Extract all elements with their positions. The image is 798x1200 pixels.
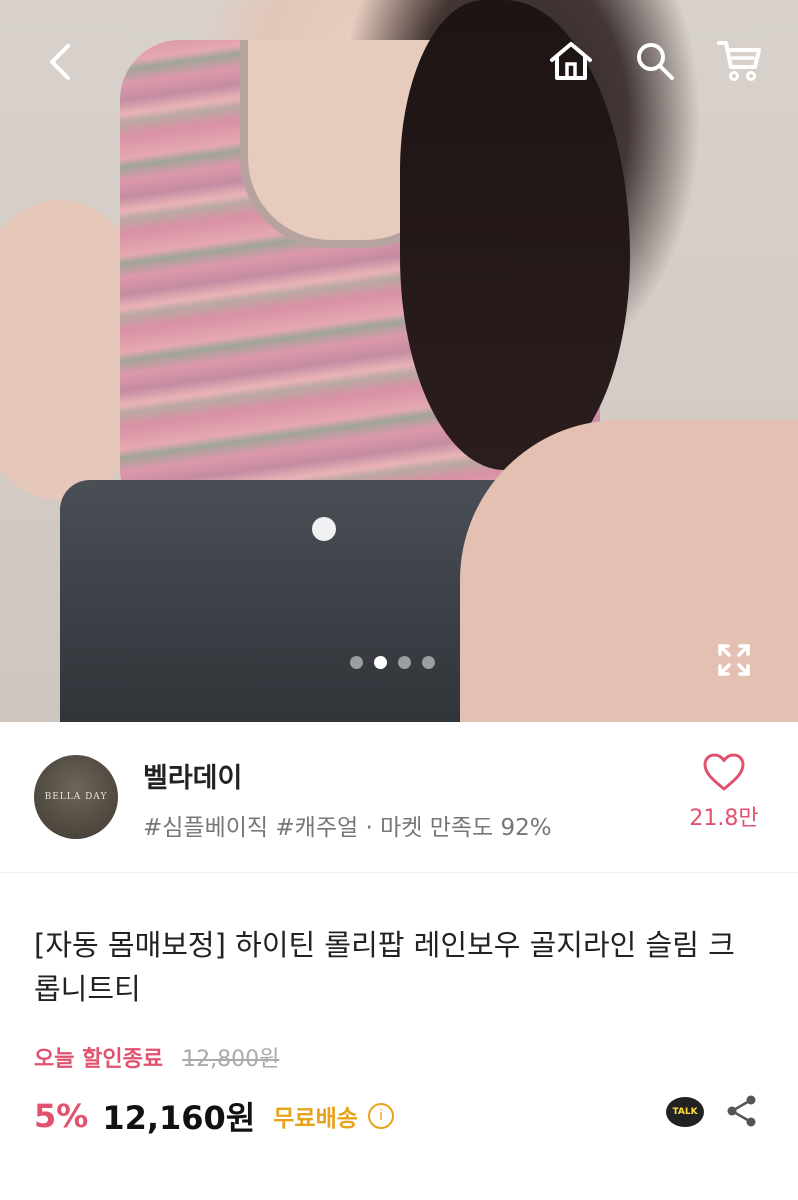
seller-avatar[interactable]: BELLA DAY: [34, 755, 118, 839]
share-icon[interactable]: [724, 1093, 760, 1133]
product-info: [자동 몸매보정] 하이틴 롤리팝 레인보우 골지라인 슬림 크롭니트티 오늘 …: [0, 873, 798, 1200]
product-image-carousel[interactable]: [0, 0, 798, 722]
info-icon[interactable]: i: [367, 1103, 394, 1129]
seller-name[interactable]: 벨라데이: [143, 756, 242, 795]
carousel-dot[interactable]: [422, 656, 435, 669]
promo-row: 오늘 할인종료 12,800원: [34, 1041, 279, 1073]
carousel-indicator: [350, 656, 435, 669]
original-price: 12,800원: [182, 1047, 280, 1072]
sale-price: 12,160원: [102, 1099, 256, 1137]
search-icon[interactable]: [632, 38, 678, 84]
product-title: [자동 몸매보정] 하이틴 롤리팝 레인보우 골지라인 슬림 크롭니트티: [34, 928, 735, 1006]
avatar-logo-text: BELLA DAY: [44, 792, 108, 802]
cart-icon[interactable]: [716, 38, 764, 84]
price-row: 5% 12,160원 무료배송 i: [34, 1093, 394, 1139]
discount-rate: 5%: [34, 1097, 89, 1135]
expand-icon[interactable]: [712, 638, 756, 682]
promo-label: 오늘 할인종료: [34, 1047, 164, 1072]
seller-section[interactable]: BELLA DAY 벨라데이 #심플베이직 #캐주얼 · 마켓 만족도 92% …: [0, 722, 798, 873]
carousel-dot[interactable]: [398, 656, 411, 669]
home-icon[interactable]: [546, 38, 596, 84]
like-count: 21.8만: [689, 806, 759, 831]
heart-icon[interactable]: [702, 752, 746, 792]
talk-icon[interactable]: TALK: [666, 1097, 704, 1127]
carousel-dot[interactable]: [350, 656, 363, 669]
like-button[interactable]: 21.8만: [684, 752, 764, 832]
image-jeans-button: [312, 517, 336, 541]
seller-tags: #심플베이직 #캐주얼 · 마켓 만족도 92%: [143, 815, 552, 841]
back-icon[interactable]: [38, 40, 82, 84]
talk-label: TALK: [672, 1107, 698, 1117]
shipping-badge: 무료배송: [273, 1106, 358, 1132]
carousel-dot-active[interactable]: [374, 656, 387, 669]
